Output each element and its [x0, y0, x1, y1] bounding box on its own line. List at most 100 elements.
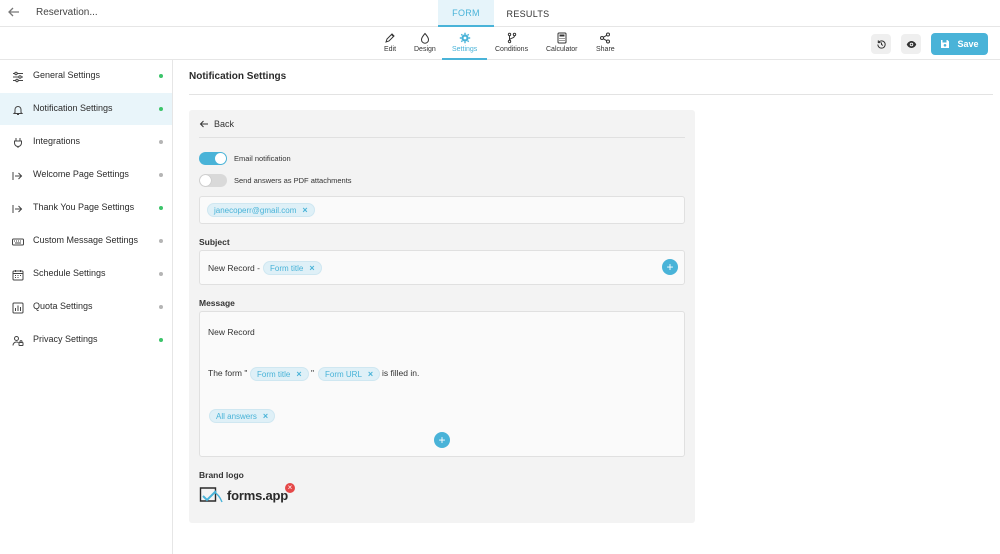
branch-icon	[507, 32, 516, 44]
recipient-chip[interactable]: janecoperr@gmail.com ×	[207, 203, 315, 217]
remove-chip-icon[interactable]: ×	[263, 411, 268, 421]
sidebar-item-integrations[interactable]: Integrations	[0, 126, 172, 158]
sidebar-item-quota[interactable]: Quota Settings	[0, 291, 172, 323]
message-tag-title: Form title	[257, 369, 291, 379]
sidebar-item-schedule[interactable]: Schedule Settings	[0, 258, 172, 290]
calendar-icon	[12, 268, 24, 281]
message-line2-suffix: is filled in.	[382, 368, 420, 378]
brand-logo-label: Brand logo	[199, 470, 244, 480]
recipient-email: janecoperr@gmail.com	[214, 205, 297, 215]
history-button[interactable]	[871, 34, 891, 54]
back-button[interactable]: Back	[199, 119, 234, 129]
status-dot	[159, 272, 163, 276]
tool-calculator-label: Calculator	[546, 46, 578, 53]
sliders-icon	[12, 70, 24, 83]
subject-prefix: New Record -	[208, 263, 260, 273]
history-icon	[876, 39, 886, 49]
remove-chip-icon[interactable]: ×	[302, 205, 307, 215]
status-dot	[159, 206, 163, 210]
title-divider	[189, 94, 993, 95]
message-line1: New Record	[208, 327, 255, 337]
arrow-left-icon	[199, 120, 208, 128]
settings-sidebar: General Settings Notification Settings I…	[0, 60, 173, 554]
message-tag-answers: All answers	[216, 411, 257, 421]
entry-icon	[12, 169, 24, 181]
tool-edit[interactable]: Edit	[384, 32, 396, 60]
subject-label: Subject	[199, 237, 230, 247]
email-notification-label: Email notification	[234, 154, 291, 163]
forms-app-logo-icon	[199, 487, 223, 503]
message-label: Message	[199, 298, 235, 308]
top-bar: Reservation... FORM RESULTS	[0, 0, 1000, 27]
status-dot	[159, 140, 163, 144]
status-dot	[159, 338, 163, 342]
keyboard-icon	[12, 235, 24, 247]
tool-conditions[interactable]: Conditions	[495, 32, 528, 60]
toggle-knob	[200, 175, 211, 186]
plug-icon	[12, 136, 24, 148]
status-dot	[159, 74, 163, 78]
tool-edit-label: Edit	[384, 46, 397, 53]
tool-design-label: Design	[414, 46, 436, 53]
share-icon	[600, 32, 611, 44]
toggle-knob	[215, 153, 226, 164]
pdf-attachments-toggle[interactable]	[199, 174, 227, 187]
subject-tag-chip[interactable]: Form title ×	[263, 261, 322, 275]
status-dot	[159, 239, 163, 243]
status-dot	[159, 173, 163, 177]
tool-settings[interactable]: Settings	[441, 32, 488, 60]
tool-settings-label: Settings	[452, 46, 478, 53]
sidebar-item-label: Welcome Page Settings	[33, 169, 129, 179]
floppy-icon	[941, 40, 950, 48]
editor-toolbar: Edit Design Settings Conditions Calculat…	[0, 28, 1000, 60]
bell-icon	[12, 103, 24, 115]
message-tag-chip[interactable]: Form title ×	[250, 367, 309, 381]
brand-logo: forms.app	[199, 486, 288, 504]
droplet-icon	[420, 32, 429, 44]
sidebar-item-label: Schedule Settings	[33, 268, 106, 278]
sidebar-item-label: Custom Message Settings	[33, 235, 139, 245]
tool-design[interactable]: Design	[414, 32, 436, 60]
sidebar-item-label: Notification Settings	[33, 103, 113, 113]
subject-tag: Form title	[270, 263, 304, 273]
page-title: Notification Settings	[189, 71, 287, 82]
tool-share[interactable]: Share	[596, 32, 615, 60]
back-label: Back	[214, 119, 235, 129]
preview-button[interactable]	[901, 34, 921, 54]
sidebar-item-label: Quota Settings	[33, 301, 93, 311]
tab-form[interactable]: FORM	[438, 0, 494, 27]
remove-chip-icon[interactable]: ×	[296, 369, 301, 379]
sidebar-item-privacy[interactable]: Privacy Settings	[0, 324, 172, 356]
sidebar-item-label: General Settings	[33, 70, 101, 80]
pencil-icon	[385, 33, 395, 43]
email-notification-toggle[interactable]	[199, 152, 227, 165]
remove-logo-button[interactable]: ×	[285, 483, 295, 493]
remove-chip-icon[interactable]: ×	[368, 369, 373, 379]
gear-icon	[459, 32, 470, 44]
add-subject-tag-button[interactable]: +	[662, 259, 678, 275]
message-quote: "	[311, 368, 315, 378]
message-tag-chip[interactable]: Form URL ×	[318, 367, 381, 381]
pdf-attachments-label: Send answers as PDF attachments	[234, 176, 352, 185]
sidebar-item-label: Privacy Settings	[33, 334, 98, 344]
remove-chip-icon[interactable]: ×	[309, 263, 314, 273]
message-tag-url: Form URL	[325, 369, 362, 379]
eye-icon	[906, 40, 916, 48]
form-name[interactable]: Reservation...	[36, 7, 98, 18]
message-tag-chip[interactable]: All answers ×	[209, 409, 276, 423]
tool-calculator[interactable]: Calculator	[546, 32, 578, 60]
sidebar-item-welcome-page[interactable]: Welcome Page Settings	[0, 159, 172, 191]
back-arrow-icon[interactable]	[7, 5, 21, 19]
sidebar-item-notification[interactable]: Notification Settings	[0, 93, 172, 125]
sidebar-item-general[interactable]: General Settings	[0, 60, 172, 92]
chart-icon	[12, 301, 24, 314]
save-button[interactable]: Save	[931, 33, 988, 55]
tab-results[interactable]: RESULTS	[500, 0, 556, 27]
tool-share-label: Share	[596, 46, 615, 53]
status-dot	[159, 305, 163, 309]
add-message-tag-button[interactable]: +	[434, 432, 450, 448]
calculator-icon	[557, 32, 567, 44]
sidebar-item-thank-you-page[interactable]: Thank You Page Settings	[0, 192, 172, 224]
sidebar-item-custom-message[interactable]: Custom Message Settings	[0, 225, 172, 257]
logo-text: forms.app	[227, 487, 289, 503]
